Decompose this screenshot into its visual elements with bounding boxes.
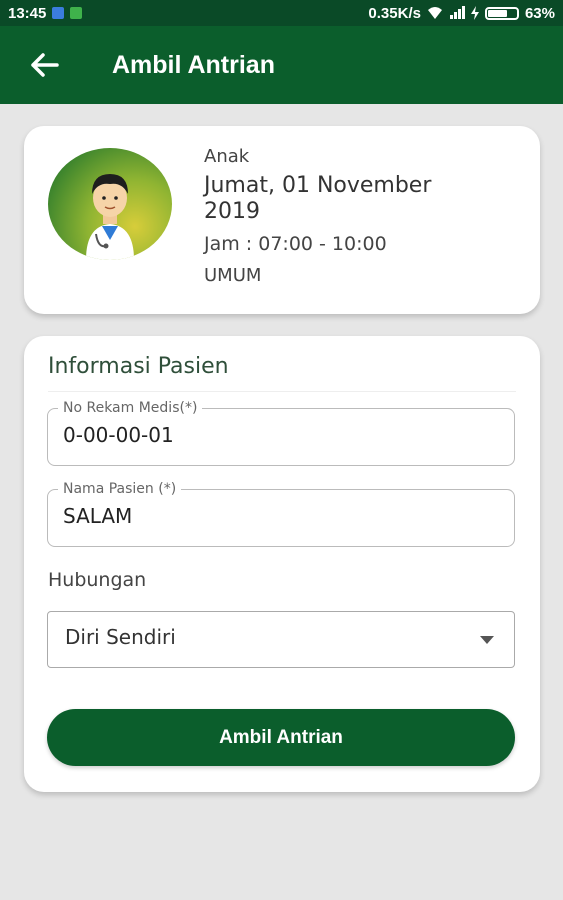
schedule-date: Jumat, 01 November 2019 (204, 173, 432, 224)
nama-pasien-field[interactable]: Nama Pasien (*) SALAM (47, 480, 515, 547)
status-left: 13:45 (8, 4, 83, 22)
hubungan-select[interactable]: Diri Sendiri (47, 611, 515, 668)
back-button[interactable] (14, 35, 74, 95)
signal-icon (449, 6, 465, 19)
service-type: UMUM (204, 265, 262, 286)
status-bar: 13:45 0.35K/s 63% (0, 0, 563, 26)
app-bar: Ambil Antrian (0, 26, 563, 104)
dropdown-arrow-icon (480, 636, 494, 644)
doctor-schedule-card: Anak Jumat, 01 November 2019 Jam : 07:00… (24, 126, 540, 314)
battery-icon (484, 6, 519, 20)
rekam-medis-value[interactable]: 0-00-00-01 (63, 423, 174, 447)
section-title: Informasi Pasien (48, 354, 229, 379)
poli-name: Anak (204, 146, 250, 167)
rekam-medis-field[interactable]: No Rekam Medis(*) 0-00-00-01 (47, 399, 515, 466)
network-speed: 0.35K/s (368, 4, 421, 22)
notification-icon (52, 7, 65, 19)
battery-percent: 63% (524, 4, 555, 22)
hubungan-label: Hubungan (48, 569, 147, 591)
nama-pasien-label: Nama Pasien (*) (58, 480, 182, 498)
hubungan-selected-value: Diri Sendiri (65, 625, 176, 649)
arrow-left-icon (31, 53, 59, 77)
status-right: 0.35K/s 63% (368, 5, 555, 22)
doctor-avatar (48, 148, 172, 260)
rekam-medis-label: No Rekam Medis(*) (58, 399, 203, 417)
status-time: 13:45 (8, 4, 47, 22)
page-title: Ambil Antrian (112, 50, 275, 79)
ambil-antrian-button[interactable]: Ambil Antrian (47, 709, 515, 766)
wifi-icon (427, 7, 442, 19)
charging-icon (470, 6, 479, 20)
nama-pasien-value[interactable]: SALAM (63, 504, 132, 528)
message-icon (70, 7, 83, 19)
divider (48, 391, 516, 392)
schedule-info: Anak Jumat, 01 November 2019 Jam : 07:00… (204, 146, 464, 286)
schedule-time: Jam : 07:00 - 10:00 (204, 233, 387, 255)
doctor-avatar-icon (86, 174, 134, 260)
patient-info-card: Informasi Pasien No Rekam Medis(*) 0-00-… (24, 336, 540, 792)
